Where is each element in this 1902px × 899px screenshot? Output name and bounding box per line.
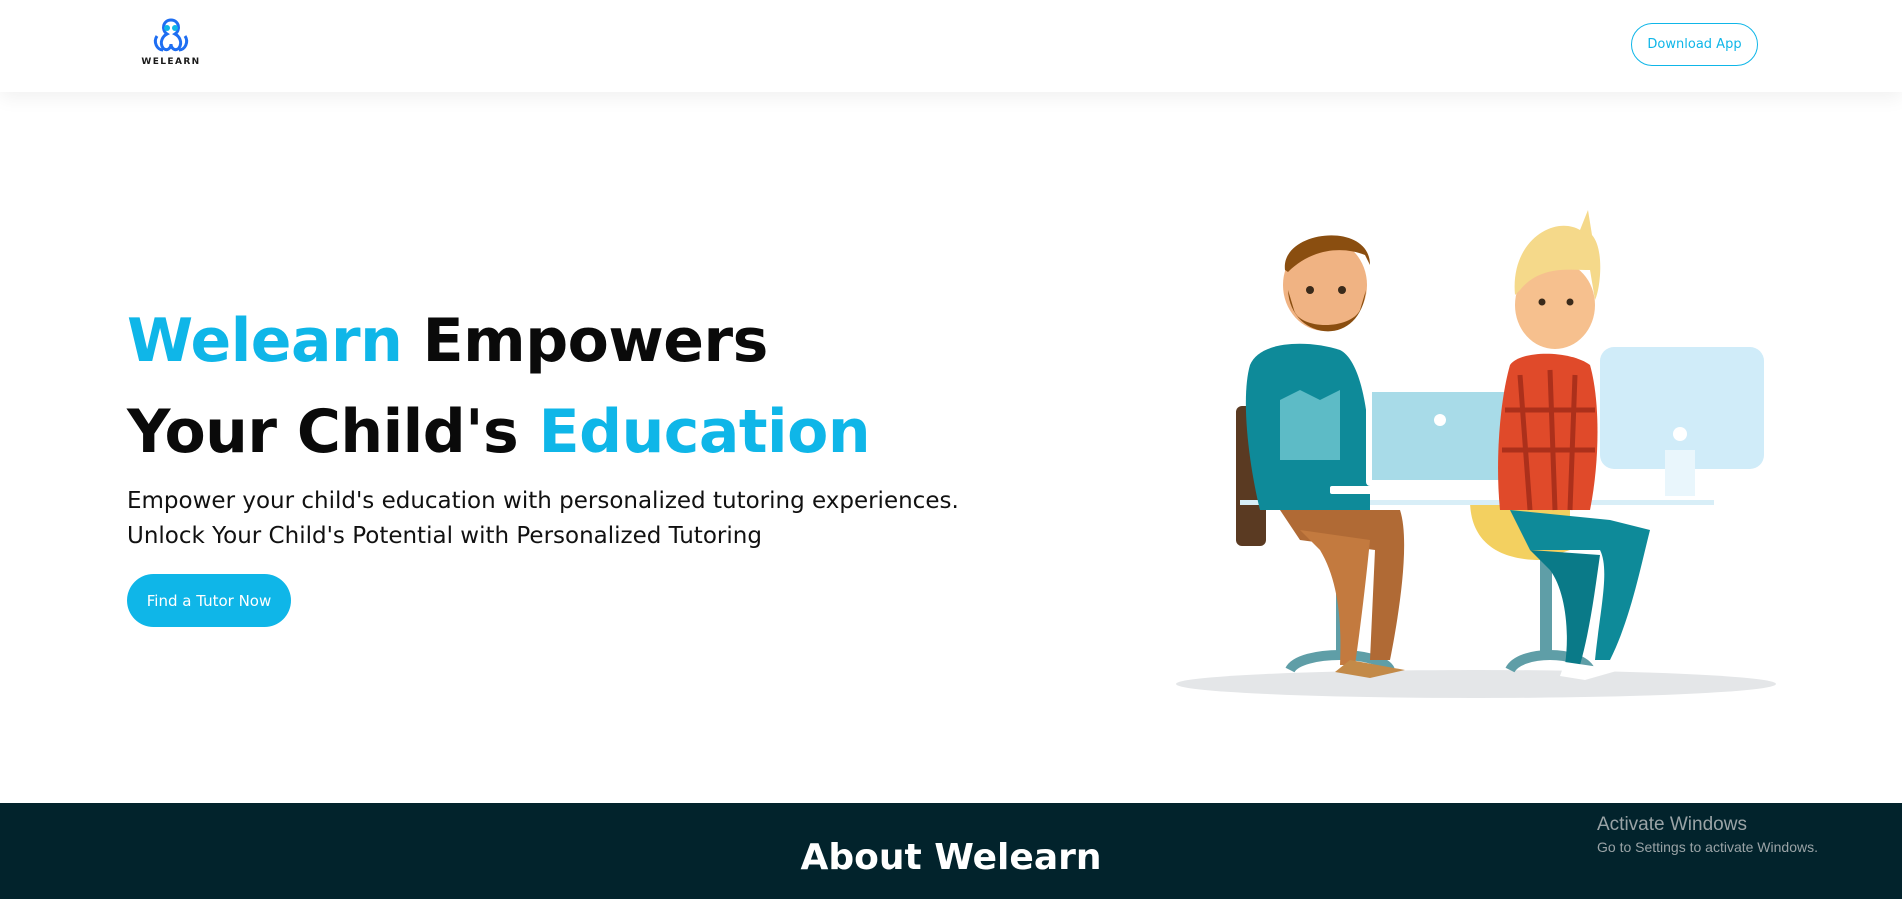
hero-subtitle-line: Empower your child's education with pers… xyxy=(127,488,959,514)
hero-title: Welearn Empowers Your Child's Education xyxy=(127,296,907,478)
hero-title-part: Empowers xyxy=(402,306,769,376)
top-navbar: WELEARN Download App xyxy=(0,0,1902,92)
watermark-title: Activate Windows xyxy=(1597,814,1747,835)
logo-wordmark: WELEARN xyxy=(141,57,201,67)
tutoring-illustration xyxy=(1176,210,1776,698)
watermark-subtitle: Go to Settings to activate Windows. xyxy=(1597,839,1818,855)
download-app-button[interactable]: Download App xyxy=(1631,23,1758,66)
welearn-logo[interactable]: WELEARN xyxy=(138,14,204,72)
windows-activation-watermark: Activate Windows Go to Settings to activ… xyxy=(1597,813,1818,857)
find-tutor-button[interactable]: Find a Tutor Now xyxy=(127,574,291,627)
hero-title-accent: Education xyxy=(538,397,871,467)
hero-title-part: Your Child's xyxy=(127,397,539,467)
hero-title-brand: Welearn xyxy=(127,306,403,376)
hero-subtitle-line: Unlock Your Child's Potential with Perso… xyxy=(127,523,762,549)
hero-subtitle: Empower your child's education with pers… xyxy=(127,484,1027,554)
welearn-logo-icon xyxy=(153,18,189,52)
